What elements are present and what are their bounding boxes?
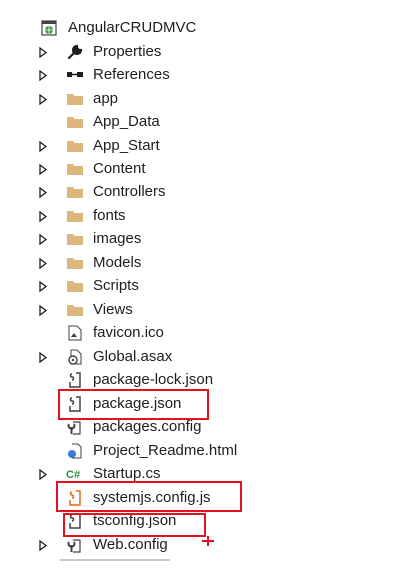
web-project-icon <box>40 19 58 37</box>
expand-arrow-icon[interactable] <box>38 93 48 105</box>
tree-item-label: images <box>93 230 142 247</box>
folder-icon <box>66 183 84 201</box>
tree-item-label: app <box>93 90 119 107</box>
expand-arrow-icon[interactable] <box>38 186 48 198</box>
tree-item-folder-models[interactable]: Models <box>0 252 300 274</box>
tree-item-label: Startup.cs <box>93 465 161 482</box>
tree-item-label: Models <box>93 254 142 271</box>
tree-item-folder-fonts[interactable]: fonts <box>0 205 300 227</box>
folder-icon <box>66 207 84 225</box>
tree-item-properties[interactable]: Properties <box>0 41 300 63</box>
tree-item-folder-controllers[interactable]: Controllers <box>0 181 300 203</box>
tree-item-project-readme[interactable]: Project_Readme.html <box>0 440 300 462</box>
tree-item-packages-config[interactable]: packages.config <box>0 416 300 438</box>
tree-item-folder-images[interactable]: images <box>0 228 300 250</box>
tree-item-package-json[interactable]: package.json <box>0 393 300 415</box>
ico-file-icon <box>66 324 84 342</box>
tree-item-label: tsconfig.json <box>93 512 177 529</box>
tree-item-label: package-lock.json <box>93 371 214 388</box>
tree-item-label: favicon.ico <box>93 324 164 341</box>
folder-icon <box>66 160 84 178</box>
tree-item-systemjs-config-js[interactable]: systemjs.config.js <box>0 487 300 509</box>
config-file-icon <box>66 536 84 554</box>
json-file-icon <box>66 512 84 530</box>
tree-item-web-config[interactable]: Web.config <box>0 534 300 556</box>
tree-item-label: packages.config <box>93 418 202 435</box>
tree-item-label: package.json <box>93 395 182 412</box>
expand-arrow-icon[interactable] <box>38 468 48 480</box>
tree-item-folder-content[interactable]: Content <box>0 158 300 180</box>
wrench-icon <box>66 43 84 61</box>
tree-item-label: Project_Readme.html <box>93 442 238 459</box>
expand-arrow-icon[interactable] <box>38 280 48 292</box>
tree-item-label: App_Data <box>93 113 160 130</box>
csharp-file-icon: C# <box>66 465 84 483</box>
tree-item-label: Global.asax <box>93 348 173 365</box>
expand-arrow-icon[interactable] <box>38 233 48 245</box>
tree-item-folder-scripts[interactable]: Scripts <box>0 275 300 297</box>
asax-file-icon <box>66 348 84 366</box>
tree-item-label: Content <box>93 160 146 177</box>
folder-icon <box>66 113 84 131</box>
tree-item-folder-app-start[interactable]: App_Start <box>0 135 300 157</box>
expand-arrow-icon[interactable] <box>38 210 48 222</box>
project-node[interactable]: AngularCRUDMVC <box>0 17 300 39</box>
tree-item-label: Views <box>93 301 133 318</box>
tree-item-label: Properties <box>93 43 162 60</box>
html-file-icon <box>66 442 84 460</box>
svg-text:C#: C# <box>66 469 80 481</box>
tree-item-tsconfig-json[interactable]: tsconfig.json <box>0 510 300 532</box>
solution-explorer-tree: AngularCRUDMVC Properties References app… <box>0 0 408 574</box>
folder-icon <box>66 301 84 319</box>
folder-icon <box>66 254 84 272</box>
tree-item-references[interactable]: References <box>0 64 300 86</box>
expand-arrow-icon[interactable] <box>38 539 48 551</box>
tree-item-favicon[interactable]: favicon.ico <box>0 322 300 344</box>
tree-item-label: References <box>93 66 170 83</box>
expand-arrow-icon[interactable] <box>38 304 48 316</box>
folder-icon <box>66 230 84 248</box>
tree-item-startup-cs[interactable]: C# Startup.cs <box>0 463 300 485</box>
tree-item-label: Scripts <box>93 277 139 294</box>
expand-arrow-icon[interactable] <box>38 46 48 58</box>
tree-item-folder-views[interactable]: Views <box>0 299 300 321</box>
tree-item-label: fonts <box>93 207 126 224</box>
tree-item-label: App_Start <box>93 137 160 154</box>
json-file-icon <box>66 395 84 413</box>
expand-arrow-icon[interactable] <box>38 69 48 81</box>
js-file-icon <box>66 489 84 507</box>
folder-icon <box>66 137 84 155</box>
expand-arrow-icon[interactable] <box>38 351 48 363</box>
clipped-row-fragment <box>60 556 170 562</box>
tree-item-label: systemjs.config.js <box>93 489 211 506</box>
folder-icon <box>66 277 84 295</box>
expand-arrow-icon[interactable] <box>38 257 48 269</box>
references-icon <box>66 66 84 84</box>
expand-arrow-icon[interactable] <box>38 140 48 152</box>
tree-item-label: Web.config <box>93 536 168 553</box>
tree-item-folder-app[interactable]: app <box>0 88 300 110</box>
tree-item-package-lock-json[interactable]: package-lock.json <box>0 369 300 391</box>
expand-arrow-icon[interactable] <box>38 163 48 175</box>
tree-item-label: Controllers <box>93 183 166 200</box>
tree-item-global-asax[interactable]: Global.asax <box>0 346 300 368</box>
config-file-icon <box>66 418 84 436</box>
tree-item-folder-app-data[interactable]: App_Data <box>0 111 300 133</box>
json-file-icon <box>66 371 84 389</box>
folder-icon <box>66 90 84 108</box>
project-label: AngularCRUDMVC <box>68 19 197 36</box>
